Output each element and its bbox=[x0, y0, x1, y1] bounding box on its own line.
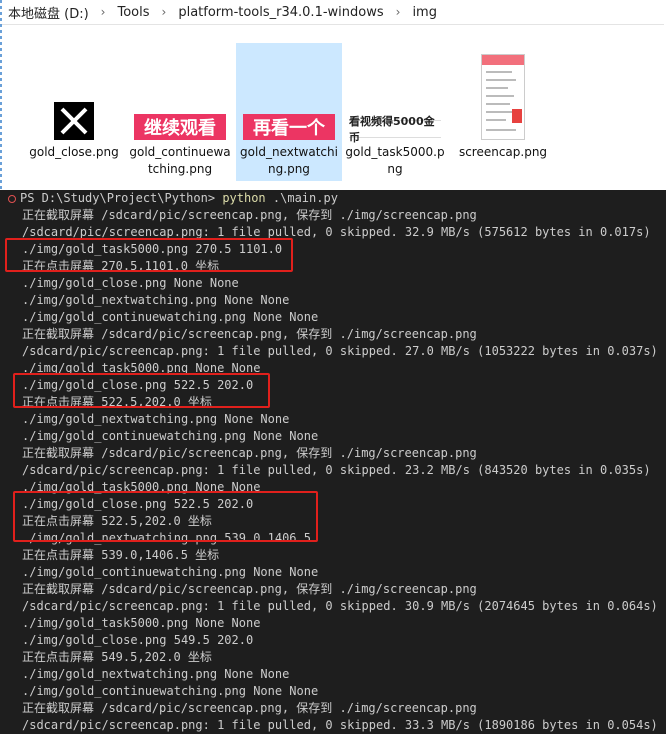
terminal-output-line: 正在点击屏幕 549.5,202.0 坐标 bbox=[8, 649, 212, 666]
breadcrumb[interactable]: 本地磁盘 (D:) › Tools › platform-tools_r34.0… bbox=[2, 0, 664, 25]
file-thumbnail bbox=[22, 44, 126, 142]
terminal-output-line: ./img/gold_nextwatching.png None None bbox=[8, 292, 289, 309]
terminal-line-text: ./img/gold_continuewatching.png None Non… bbox=[22, 429, 319, 443]
terminal-output-line: ./img/gold_nextwatching.png None None bbox=[8, 666, 289, 683]
terminal-line-text: 正在截取屏幕 /sdcard/pic/screencap.png, 保存到 ./… bbox=[22, 701, 477, 715]
terminal-output-line: /sdcard/pic/screencap.png: 1 file pulled… bbox=[8, 598, 658, 615]
terminal-output-line: ./img/gold_continuewatching.png None Non… bbox=[8, 309, 318, 326]
breadcrumb-img[interactable]: img bbox=[406, 5, 443, 20]
terminal-line-text: ./img/gold_nextwatching.png None None bbox=[22, 293, 290, 307]
terminal-output-line: /sdcard/pic/screencap.png: 1 file pulled… bbox=[8, 717, 658, 734]
terminal-output-line: 正在点击屏幕 539.0,1406.5 坐标 bbox=[8, 547, 219, 564]
task5000-banner-image: 看视频得5000金币 bbox=[349, 115, 441, 144]
terminal-output-line: ./img/gold_close.png None None bbox=[8, 275, 239, 292]
terminal-output-line: /sdcard/pic/screencap.png: 1 file pulled… bbox=[8, 462, 651, 479]
file-explorer: 本地磁盘 (D:) › Tools › platform-tools_r34.0… bbox=[0, 0, 666, 190]
highlight-box bbox=[13, 491, 318, 542]
terminal-line-text: ./img/gold_continuewatching.png None Non… bbox=[22, 565, 319, 579]
file-item-gold-nextwatching[interactable]: 再看一个 gold_nextwatching.png bbox=[236, 43, 342, 181]
continue-watching-banner-image: 继续观看 bbox=[134, 114, 226, 140]
terminal-output-line: ./img/gold_task5000.png None None bbox=[8, 615, 260, 632]
highlight-box bbox=[5, 238, 293, 272]
terminal-output-line: 正在截取屏幕 /sdcard/pic/screencap.png, 保存到 ./… bbox=[8, 581, 477, 598]
file-name: gold_task5000.png bbox=[345, 145, 445, 176]
file-item-screencap[interactable]: screencap.png bbox=[451, 44, 555, 180]
terminal-line-text: ./img/gold_continuewatching.png None Non… bbox=[22, 684, 319, 698]
terminal-output-line: 正在截取屏幕 /sdcard/pic/screencap.png, 保存到 ./… bbox=[8, 207, 477, 224]
terminal-output-line: 正在截取屏幕 /sdcard/pic/screencap.png, 保存到 ./… bbox=[8, 326, 477, 343]
chevron-right-icon[interactable]: › bbox=[390, 5, 407, 19]
terminal-line-text: 正在点击屏幕 539.0,1406.5 坐标 bbox=[22, 548, 220, 562]
file-item-gold-task5000[interactable]: 看视频得5000金币 gold_task5000.png bbox=[343, 44, 447, 180]
highlight-box bbox=[13, 373, 270, 408]
prompt-line: PS D:\Study\Project\Python> python .\mai… bbox=[8, 190, 338, 207]
terminal-line-text: /sdcard/pic/screencap.png: 1 file pulled… bbox=[22, 599, 658, 613]
terminal-line-text: /sdcard/pic/screencap.png: 1 file pulled… bbox=[22, 344, 658, 358]
terminal-line-text: ./img/gold_close.png 549.5 202.0 bbox=[22, 633, 254, 647]
prompt-path: PS D:\Study\Project\Python> bbox=[20, 191, 216, 205]
terminal-output-line: 正在截取屏幕 /sdcard/pic/screencap.png, 保存到 ./… bbox=[8, 445, 477, 462]
phone-screenshot-image bbox=[481, 54, 525, 140]
terminal-line-text: ./img/gold_nextwatching.png None None bbox=[22, 412, 290, 426]
breadcrumb-tools[interactable]: Tools bbox=[111, 5, 155, 20]
terminal-output-line: ./img/gold_continuewatching.png None Non… bbox=[8, 683, 318, 700]
command-args: .\main.py bbox=[272, 191, 338, 205]
file-item-gold-continuewatching[interactable]: 继续观看 gold_continuewatching.png bbox=[128, 44, 232, 180]
terminal-line-text: /sdcard/pic/screencap.png: 1 file pulled… bbox=[22, 463, 651, 477]
breadcrumb-drive[interactable]: 本地磁盘 (D:) bbox=[2, 3, 95, 22]
terminal-line-text: 正在截取屏幕 /sdcard/pic/screencap.png, 保存到 ./… bbox=[22, 446, 477, 460]
file-list: gold_close.png 继续观看 gold_continuewatchin… bbox=[0, 40, 666, 190]
terminal-output-line: /sdcard/pic/screencap.png: 1 file pulled… bbox=[8, 343, 658, 360]
terminal-line-text: 正在截取屏幕 /sdcard/pic/screencap.png, 保存到 ./… bbox=[22, 582, 477, 596]
terminal-line-text: 正在截取屏幕 /sdcard/pic/screencap.png, 保存到 ./… bbox=[22, 208, 477, 222]
file-name: gold_nextwatching.png bbox=[240, 145, 338, 176]
file-thumbnail: 继续观看 bbox=[128, 44, 232, 142]
terminal-line-text: /sdcard/pic/screencap.png: 1 file pulled… bbox=[22, 718, 658, 732]
terminal-output-line: ./img/gold_close.png 549.5 202.0 bbox=[8, 632, 253, 649]
next-watching-banner-image: 再看一个 bbox=[243, 114, 335, 140]
file-item-gold-close[interactable]: gold_close.png bbox=[22, 44, 126, 180]
chevron-right-icon[interactable]: › bbox=[95, 5, 112, 19]
file-thumbnail: 再看一个 bbox=[237, 44, 341, 142]
file-thumbnail: 看视频得5000金币 bbox=[343, 44, 447, 144]
close-x-icon bbox=[54, 102, 94, 140]
command-name: python bbox=[222, 191, 266, 205]
terminal-line-text: ./img/gold_task5000.png None None bbox=[22, 616, 261, 630]
terminal-output-line: ./img/gold_continuewatching.png None Non… bbox=[8, 428, 318, 445]
file-name: screencap.png bbox=[458, 145, 548, 159]
terminal-output-line: ./img/gold_continuewatching.png None Non… bbox=[8, 564, 318, 581]
breadcrumb-platform-tools[interactable]: platform-tools_r34.0.1-windows bbox=[172, 5, 389, 20]
file-name: gold_close.png bbox=[29, 145, 119, 159]
terminal-line-text: ./img/gold_nextwatching.png None None bbox=[22, 667, 290, 681]
terminal-line-text: ./img/gold_close.png None None bbox=[22, 276, 239, 290]
chevron-right-icon[interactable]: › bbox=[156, 5, 173, 19]
terminal-line-text: ./img/gold_continuewatching.png None Non… bbox=[22, 310, 319, 324]
terminal-line-text: 正在截取屏幕 /sdcard/pic/screencap.png, 保存到 ./… bbox=[22, 327, 477, 341]
terminal-output-line: 正在截取屏幕 /sdcard/pic/screencap.png, 保存到 ./… bbox=[8, 700, 477, 717]
terminal-panel[interactable]: PS D:\Study\Project\Python> python .\mai… bbox=[0, 190, 666, 734]
file-thumbnail bbox=[451, 44, 555, 142]
terminal-output-line: ./img/gold_nextwatching.png None None bbox=[8, 411, 289, 428]
file-name: gold_continuewatching.png bbox=[129, 145, 231, 176]
prompt-status-icon bbox=[8, 194, 16, 203]
terminal-line-text: 正在点击屏幕 549.5,202.0 坐标 bbox=[22, 650, 212, 664]
terminal-line-text: /sdcard/pic/screencap.png: 1 file pulled… bbox=[22, 225, 651, 239]
